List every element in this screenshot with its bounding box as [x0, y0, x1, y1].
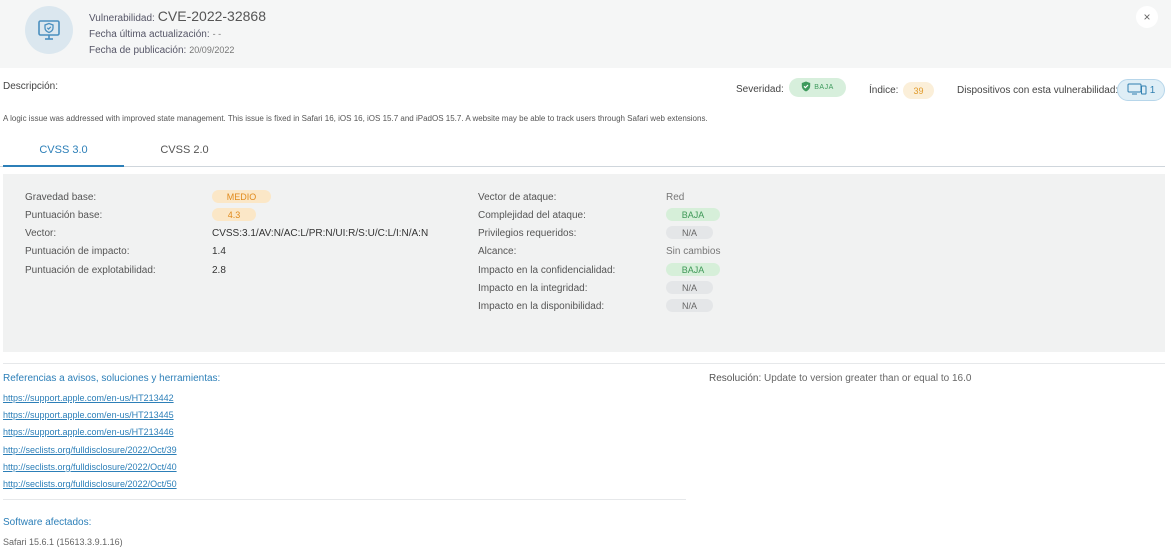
severity-badge: BAJA — [789, 78, 846, 97]
description-label: Descripción: — [3, 81, 59, 92]
availability-impact-label: Impacto en la disponibilidad: — [478, 301, 605, 312]
severity-value: BAJA — [814, 84, 834, 91]
published-date: Fecha de publicación: 20/09/2022 — [89, 45, 234, 56]
reference-link[interactable]: https://support.apple.com/en-us/HT213445 — [3, 410, 174, 420]
vulnerability-title: Vulnerabilidad: CVE-2022-32868 — [89, 8, 266, 24]
reference-link[interactable]: https://support.apple.com/en-us/HT213446 — [3, 427, 174, 437]
privileges-required-badge: N/A — [666, 226, 713, 239]
impact-score-value: 1.4 — [212, 246, 226, 257]
close-icon: × — [1143, 10, 1151, 24]
affected-software-item: Safari 15.6.1 (15613.3.9.1.16) — [3, 537, 123, 547]
device-icon — [1127, 83, 1147, 98]
tab-cvss-3[interactable]: CVSS 3.0 — [3, 140, 124, 167]
tab-cvss-2[interactable]: CVSS 2.0 — [124, 140, 245, 167]
base-severity-badge: MEDIO — [212, 190, 271, 203]
resolution-value: Update to version greater than or equal … — [764, 373, 972, 384]
devices-count: 1 — [1149, 84, 1156, 96]
reference-link[interactable]: http://seclists.org/fulldisclosure/2022/… — [3, 462, 177, 472]
base-severity-label: Gravedad base: — [25, 192, 97, 203]
vulnerability-id: CVE-2022-32868 — [157, 8, 266, 24]
close-button[interactable]: × — [1136, 6, 1158, 28]
base-score-badge: 4.3 — [212, 208, 256, 221]
references-divider — [3, 499, 686, 500]
index-label: Índice: — [869, 85, 899, 96]
cvss-panel: Gravedad base: MEDIO Puntuación base: 4.… — [3, 174, 1165, 352]
attack-vector-label: Vector de ataque: — [478, 192, 557, 203]
reference-link[interactable]: http://seclists.org/fulldisclosure/2022/… — [3, 479, 177, 489]
vector-value: CVSS:3.1/AV:N/AC:L/PR:N/UI:R/S:U/C:L/I:N… — [212, 228, 429, 239]
exploitability-score-value: 2.8 — [212, 265, 226, 276]
integrity-impact-badge: N/A — [666, 281, 713, 294]
vulnerability-header: Vulnerabilidad: CVE-2022-32868 Fecha últi… — [0, 0, 1171, 68]
affected-software-title: Software afectados: — [3, 517, 92, 528]
devices-button[interactable]: 1 — [1117, 79, 1165, 101]
shield-check-icon — [801, 81, 811, 94]
base-score-label: Puntuación base: — [25, 210, 103, 221]
references-title: Referencias a avisos, soluciones y herra… — [3, 373, 221, 384]
scope-label: Alcance: — [478, 246, 517, 257]
attack-complexity-badge: BAJA — [666, 208, 720, 221]
last-updated: Fecha última actualización: - - — [89, 29, 221, 40]
severity-label: Severidad: — [736, 84, 784, 95]
published-value: 20/09/2022 — [189, 45, 235, 55]
reference-link[interactable]: http://seclists.org/fulldisclosure/2022/… — [3, 445, 177, 455]
integrity-impact-label: Impacto en la integridad: — [478, 283, 588, 294]
resolution-label: Resolución: — [709, 373, 762, 384]
availability-impact-badge: N/A — [666, 299, 713, 312]
vector-label: Vector: — [25, 228, 57, 239]
reference-link[interactable]: https://support.apple.com/en-us/HT213442 — [3, 393, 174, 403]
section-divider — [3, 363, 1165, 364]
shield-monitor-icon — [25, 6, 73, 54]
last-updated-value: - - — [212, 29, 222, 39]
description-text: A logic issue was addressed with improve… — [3, 114, 708, 123]
cvss-tabs: CVSS 3.0 CVSS 2.0 — [0, 140, 1165, 167]
attack-vector-value: Red — [666, 192, 685, 203]
exploitability-score-label: Puntuación de explotabilidad: — [25, 265, 156, 276]
attack-complexity-label: Complejidad del ataque: — [478, 210, 586, 221]
confidentiality-impact-label: Impacto en la confidencialidad: — [478, 265, 616, 276]
resolution: Resolución: Update to version greater th… — [709, 373, 971, 384]
impact-score-label: Puntuación de impacto: — [25, 246, 130, 257]
scope-value: Sin cambios — [666, 246, 721, 257]
vulnerability-label: Vulnerabilidad: — [89, 13, 155, 24]
last-updated-label: Fecha última actualización: — [89, 29, 210, 40]
privileges-required-label: Privilegios requeridos: — [478, 228, 577, 239]
devices-label: Dispositivos con esta vulnerabilidad: — [957, 85, 1119, 96]
confidentiality-impact-badge: BAJA — [666, 263, 720, 276]
vulnerability-detail: Vulnerabilidad: CVE-2022-32868 Fecha últi… — [0, 0, 1171, 553]
published-label: Fecha de publicación: — [89, 45, 187, 56]
index-badge: 39 — [903, 82, 934, 99]
